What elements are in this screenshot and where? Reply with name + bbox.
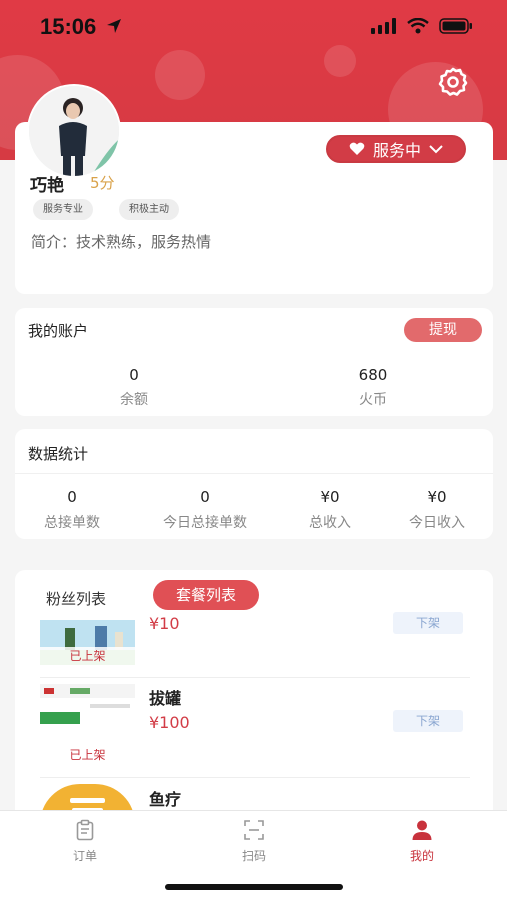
package-name: 拔罐 <box>149 689 182 708</box>
account-title: 我的账户 <box>28 322 89 340</box>
tab-label: 订单 <box>72 849 97 863</box>
unlist-button[interactable]: 下架 <box>393 710 463 732</box>
heart-icon <box>349 142 365 155</box>
profile-tag: 服务专业 <box>33 199 93 220</box>
package-name: 鱼疗 <box>149 790 182 809</box>
tab-scan[interactable]: 扫码 <box>214 819 294 864</box>
tab-label: 我的 <box>409 849 434 863</box>
profile-tag: 积极主动 <box>119 199 179 220</box>
coins-value: 680 <box>358 366 388 384</box>
balance-value: 0 <box>129 366 139 384</box>
package-price: ¥100 <box>149 713 190 732</box>
status-time: 15:06 <box>40 14 97 39</box>
scan-icon <box>244 820 264 840</box>
divider <box>15 473 493 474</box>
settings-gear-icon[interactable] <box>437 66 469 98</box>
stat-label: 今日总接单数 <box>163 515 247 531</box>
avatar-photo <box>29 86 119 176</box>
withdraw-button[interactable]: 提现 <box>404 318 482 342</box>
package-thumbnail[interactable]: 已上架 <box>40 684 135 764</box>
unlist-button[interactable]: 下架 <box>393 612 463 634</box>
package-status: 已上架 <box>40 746 135 764</box>
clipboard-icon <box>76 819 94 841</box>
avatar[interactable] <box>27 84 121 178</box>
chevron-down-icon <box>429 145 443 154</box>
profile-intro: 简介：技术熟练，服务热情 <box>31 233 212 251</box>
data-stats-title: 数据统计 <box>28 445 89 463</box>
balance-label: 余额 <box>120 392 148 408</box>
service-status-dropdown[interactable]: 服务中 <box>326 135 466 163</box>
service-status-label: 服务中 <box>372 143 421 160</box>
stat-label: 今日收入 <box>409 515 465 531</box>
stat-label: 总接单数 <box>44 515 100 531</box>
location-arrow-icon <box>107 19 121 33</box>
package-list-card: 粉丝列表 套餐列表 已上架 ¥10 下架 已上架 拔罐 ¥100 下架 鱼疗 <box>15 570 493 820</box>
decor-bubble <box>155 50 205 100</box>
tab-package-list[interactable]: 套餐列表 <box>153 580 259 610</box>
profile-name: 巧艳 <box>30 176 64 196</box>
stat-value: 0 <box>200 488 210 506</box>
stat-value: ¥0 <box>320 488 340 506</box>
stat-label: 总收入 <box>309 515 351 531</box>
wifi-icon <box>407 18 429 34</box>
coins-label: 火币 <box>359 392 387 408</box>
package-price: ¥10 <box>149 614 180 633</box>
tab-fans-list[interactable]: 粉丝列表 <box>46 588 106 609</box>
stat-value: 0 <box>67 488 77 506</box>
signal-icon <box>371 18 396 34</box>
tab-label: 扫码 <box>241 849 266 863</box>
home-indicator <box>165 884 343 890</box>
package-thumbnail[interactable]: 已上架 <box>40 620 135 665</box>
divider <box>40 677 470 678</box>
tab-mine[interactable]: 我的 <box>382 819 462 864</box>
status-bar: 15:06 <box>0 0 507 56</box>
battery-icon <box>439 18 472 34</box>
profile-score: 5分 <box>90 174 115 192</box>
package-status: 已上架 <box>40 647 135 665</box>
stat-value: ¥0 <box>427 488 447 506</box>
user-icon <box>412 820 432 840</box>
tab-orders[interactable]: 订单 <box>45 819 125 864</box>
divider <box>40 777 470 778</box>
